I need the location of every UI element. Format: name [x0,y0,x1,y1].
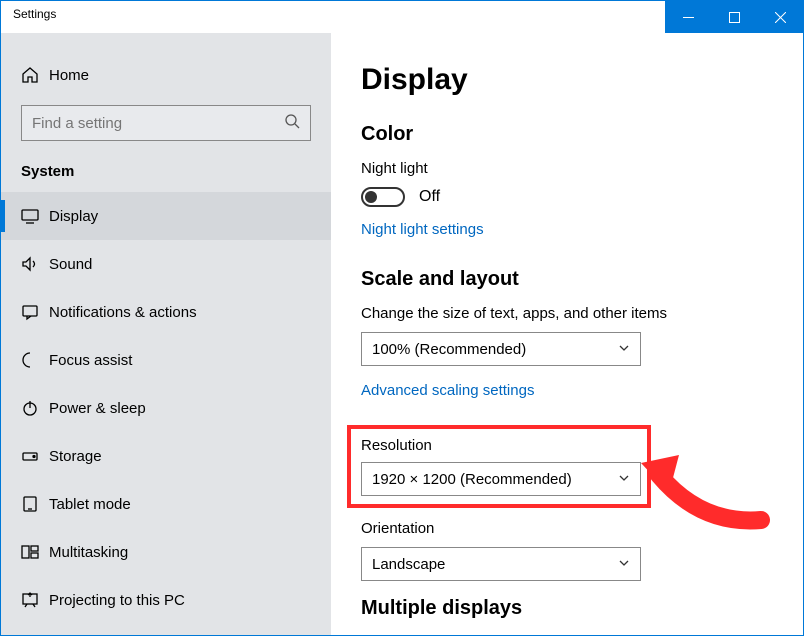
maximize-button[interactable] [711,1,757,33]
resolution-label: Resolution [361,437,637,454]
titlebar: Settings [1,1,803,33]
sidebar-item-display[interactable]: Display [1,192,331,240]
resolution-dropdown[interactable]: 1920 × 1200 (Recommended) [361,462,641,496]
sound-icon [21,255,49,273]
section-multiple-heading: Multiple displays [361,597,773,620]
resolution-highlight: Resolution 1920 × 1200 (Recommended) [347,425,651,508]
nav-label: Sound [49,256,92,273]
nav-label: Tablet mode [49,496,131,513]
search-field[interactable] [32,115,284,132]
sidebar-item-notifications[interactable]: Notifications & actions [1,288,331,336]
search-input[interactable] [21,105,311,141]
storage-icon [21,447,49,465]
section-scale-heading: Scale and layout [361,268,773,291]
home-nav[interactable]: Home [1,51,331,99]
section-color-heading: Color [361,123,773,146]
nav-label: Power & sleep [49,400,146,417]
advanced-scaling-link[interactable]: Advanced scaling settings [361,382,534,399]
sidebar-item-sound[interactable]: Sound [1,240,331,288]
sidebar: Home System Display Sound [1,33,331,635]
window-title: Settings [1,1,665,33]
nav-label: Projecting to this PC [49,592,185,609]
nav-label: Multitasking [49,544,128,561]
minimize-button[interactable] [665,1,711,33]
text-size-label: Change the size of text, apps, and other… [361,305,773,322]
power-icon [21,399,49,417]
night-light-label: Night light [361,160,773,177]
orientation-label: Orientation [361,520,773,537]
night-light-toggle[interactable] [361,187,405,207]
search-icon [284,113,300,134]
sidebar-item-power-sleep[interactable]: Power & sleep [1,384,331,432]
dropdown-value: Landscape [372,556,445,573]
settings-window: Settings Home [0,0,804,636]
page-title: Display [361,63,773,97]
nav-label: Storage [49,448,102,465]
nav-label: Focus assist [49,352,132,369]
chevron-down-icon [618,556,630,573]
projecting-icon [21,591,49,609]
notifications-icon [21,303,49,321]
night-light-state: Off [419,188,440,206]
home-icon [21,66,49,84]
display-icon [21,207,49,225]
chevron-down-icon [618,341,630,358]
orientation-dropdown[interactable]: Landscape [361,547,641,581]
tablet-icon [21,495,49,513]
nav-label: Display [49,208,98,225]
nav-label: Notifications & actions [49,304,197,321]
sidebar-item-projecting[interactable]: Projecting to this PC [1,576,331,624]
multitasking-icon [21,543,49,561]
sidebar-item-multitasking[interactable]: Multitasking [1,528,331,576]
sidebar-item-focus-assist[interactable]: Focus assist [1,336,331,384]
sidebar-item-tablet-mode[interactable]: Tablet mode [1,480,331,528]
focus-assist-icon [21,351,49,369]
sidebar-section-heading: System [1,155,331,192]
chevron-down-icon [618,471,630,488]
home-label: Home [49,67,89,84]
content-pane: Display Color Night light Off Night ligh… [331,33,803,635]
window-controls [665,1,803,33]
sidebar-item-storage[interactable]: Storage [1,432,331,480]
close-button[interactable] [757,1,803,33]
dropdown-value: 1920 × 1200 (Recommended) [372,471,572,488]
night-light-settings-link[interactable]: Night light settings [361,221,484,238]
text-size-dropdown[interactable]: 100% (Recommended) [361,332,641,366]
dropdown-value: 100% (Recommended) [372,341,526,358]
